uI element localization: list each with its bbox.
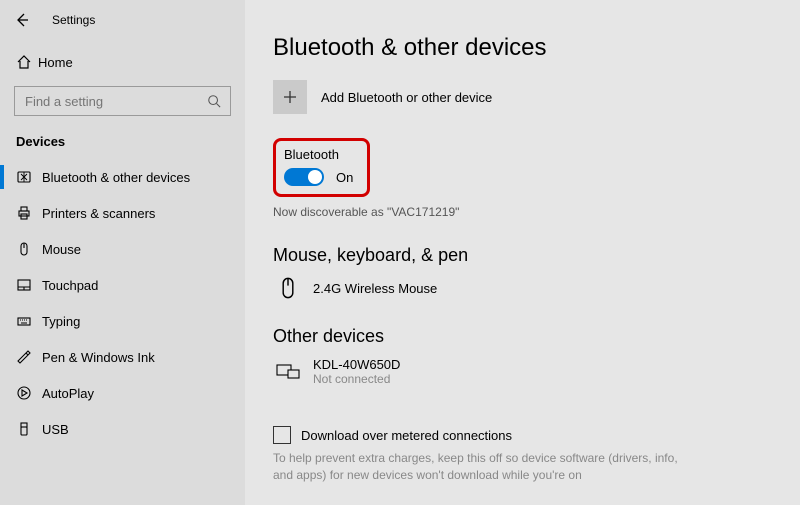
nav-label: AutoPlay bbox=[42, 386, 94, 401]
nav-label: Pen & Windows Ink bbox=[42, 350, 155, 365]
main: Bluetooth & other devices Add Bluetooth … bbox=[245, 0, 800, 505]
nav-bluetooth[interactable]: Bluetooth & other devices bbox=[0, 159, 245, 195]
device-other[interactable]: KDL-40W650D Not connected bbox=[273, 357, 780, 386]
home-button[interactable]: Home bbox=[0, 46, 245, 78]
toggle-knob bbox=[308, 170, 322, 184]
nav-touchpad[interactable]: Touchpad bbox=[0, 267, 245, 303]
metered-label: Download over metered connections bbox=[301, 428, 512, 443]
keyboard-icon bbox=[16, 313, 42, 329]
bluetooth-highlight: Bluetooth On bbox=[273, 138, 370, 197]
nav-usb[interactable]: USB bbox=[0, 411, 245, 447]
nav-pen[interactable]: Pen & Windows Ink bbox=[0, 339, 245, 375]
device-name: 2.4G Wireless Mouse bbox=[313, 281, 437, 296]
usb-icon bbox=[16, 421, 42, 437]
section-other-title: Other devices bbox=[273, 326, 780, 347]
sidebar: Settings Home Devices Bluetooth & other … bbox=[0, 0, 245, 505]
bluetooth-label: Bluetooth bbox=[284, 147, 353, 162]
discoverable-text: Now discoverable as "VAC171219" bbox=[273, 205, 780, 219]
pen-icon bbox=[16, 349, 42, 365]
search-input[interactable] bbox=[14, 86, 231, 116]
search-wrap bbox=[0, 78, 245, 116]
mouse-icon bbox=[16, 241, 42, 257]
add-device-label: Add Bluetooth or other device bbox=[321, 90, 492, 105]
nav-label: Touchpad bbox=[42, 278, 98, 293]
arrow-left-icon bbox=[14, 12, 30, 28]
bluetooth-toggle[interactable] bbox=[284, 168, 324, 186]
nav-mouse[interactable]: Mouse bbox=[0, 231, 245, 267]
home-label: Home bbox=[38, 55, 73, 70]
nav-label: USB bbox=[42, 422, 69, 437]
section-mouse-title: Mouse, keyboard, & pen bbox=[273, 245, 780, 266]
device-status: Not connected bbox=[313, 372, 400, 386]
nav-printers[interactable]: Printers & scanners bbox=[0, 195, 245, 231]
nav-label: Printers & scanners bbox=[42, 206, 155, 221]
device-mouse[interactable]: 2.4G Wireless Mouse bbox=[273, 276, 780, 300]
search-icon bbox=[207, 94, 221, 108]
header: Settings bbox=[0, 0, 245, 40]
nav-autoplay[interactable]: AutoPlay bbox=[0, 375, 245, 411]
metered-checkbox[interactable] bbox=[273, 426, 291, 444]
nav-label: Typing bbox=[42, 314, 80, 329]
page-title: Bluetooth & other devices bbox=[273, 34, 780, 62]
bluetooth-icon bbox=[16, 169, 42, 185]
nav-label: Bluetooth & other devices bbox=[42, 170, 190, 185]
add-device-button[interactable]: Add Bluetooth or other device bbox=[273, 80, 780, 114]
nav-typing[interactable]: Typing bbox=[0, 303, 245, 339]
nav-label: Mouse bbox=[42, 242, 81, 257]
screen-device-icon bbox=[273, 362, 303, 382]
home-icon bbox=[16, 54, 38, 70]
printer-icon bbox=[16, 205, 42, 221]
metered-help: To help prevent extra charges, keep this… bbox=[273, 450, 683, 484]
back-button[interactable] bbox=[14, 12, 32, 28]
touchpad-icon bbox=[16, 277, 42, 293]
plus-icon bbox=[273, 80, 307, 114]
autoplay-icon bbox=[16, 385, 42, 401]
mouse-device-icon bbox=[273, 276, 303, 300]
app-title: Settings bbox=[52, 13, 95, 27]
bluetooth-state: On bbox=[336, 170, 353, 185]
device-name: KDL-40W650D bbox=[313, 357, 400, 372]
category-label: Devices bbox=[0, 116, 245, 159]
